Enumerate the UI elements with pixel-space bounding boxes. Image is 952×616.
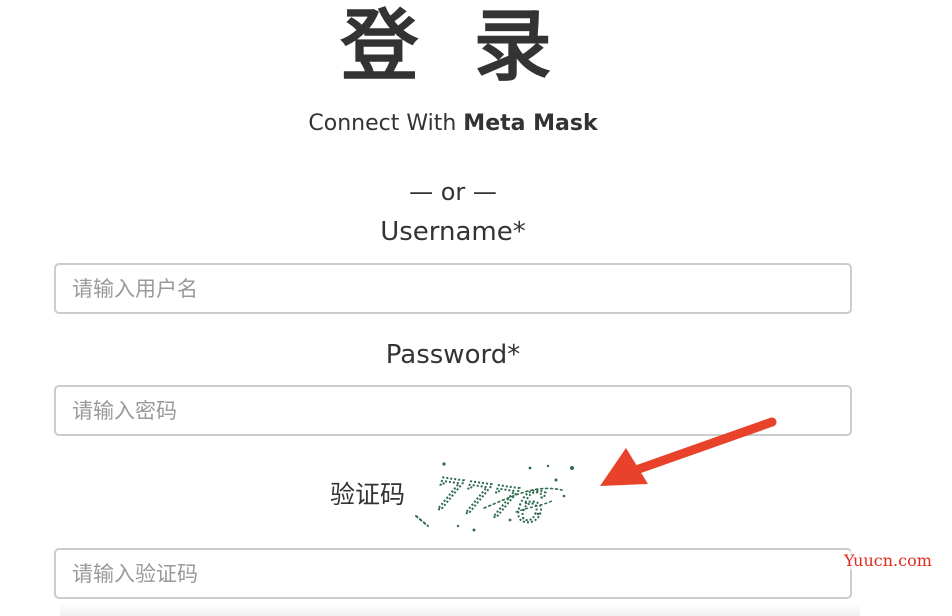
connect-prefix: Connect With	[308, 111, 457, 136]
captcha-input[interactable]	[54, 548, 852, 599]
login-page: 登 录 Connect With Meta Mask — or — Userna…	[0, 0, 952, 616]
watermark: Yuucn.com	[840, 551, 936, 570]
or-divider: — or —	[409, 178, 497, 206]
connect-metamask-link[interactable]: Connect With Meta Mask	[0, 109, 906, 139]
metamask-brand: Meta Mask	[463, 111, 598, 136]
captcha-noise-line	[415, 515, 429, 527]
username-input[interactable]	[54, 263, 852, 314]
page-title: 登 录	[340, 2, 566, 92]
password-label: Password*	[385, 340, 521, 370]
bottom-shadow	[60, 604, 860, 616]
captcha-image[interactable]: 7776	[414, 456, 578, 536]
annotation-arrow-icon	[600, 417, 777, 486]
captcha-label: 验证码	[330, 480, 406, 509]
captcha-code: 7776	[430, 469, 548, 535]
username-label: Username*	[380, 217, 526, 247]
